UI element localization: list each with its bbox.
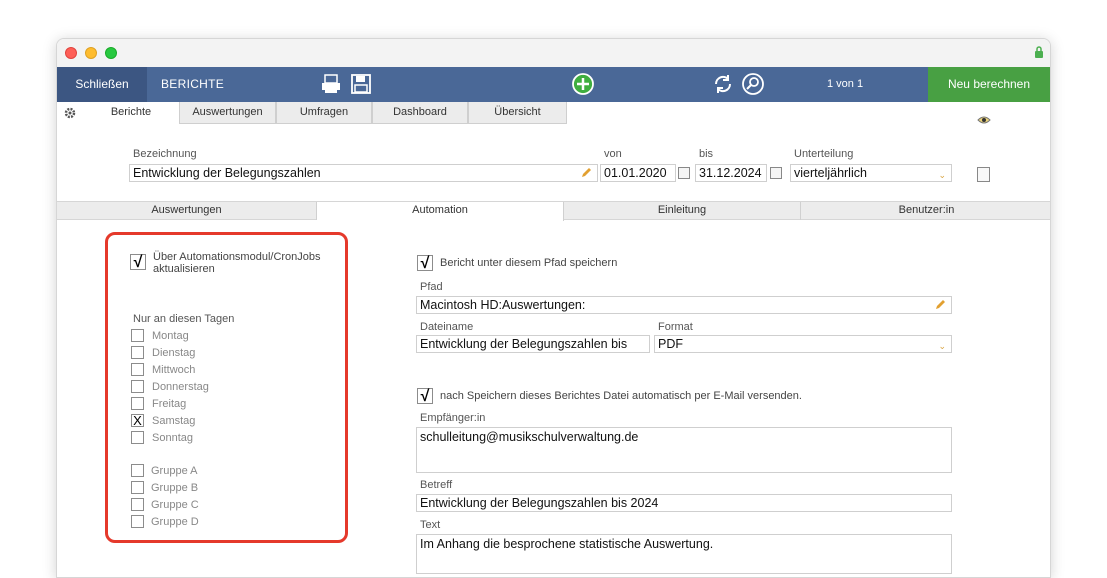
day-label-dienstag: Dienstag [152, 347, 196, 359]
email-checkbox[interactable]: √ [417, 388, 433, 405]
calendar-from-icon[interactable] [678, 167, 690, 179]
day-checkbox-montag[interactable] [131, 329, 144, 342]
division-value: vierteljährlich [794, 166, 867, 180]
recalculate-button[interactable]: Neu berechnen [928, 67, 1050, 102]
chevron-down-icon: ⌄ [938, 170, 946, 180]
main-tabs: Berichte Auswertungen Umfragen Dashboard… [57, 102, 1050, 124]
zoom-window-button[interactable] [105, 47, 117, 59]
minimize-window-button[interactable] [85, 47, 97, 59]
subject-field[interactable]: Entwicklung der Belegungszahlen bis 2024 [416, 494, 952, 512]
format-select[interactable]: PDF ⌄ [654, 335, 952, 353]
day-label-samstag: Samstag [152, 415, 196, 427]
tab-uebersicht[interactable]: Übersicht [468, 102, 567, 124]
group-label-c: Gruppe C [151, 499, 199, 511]
filename-field[interactable]: Entwicklung der Belegungszahlen bis [416, 335, 650, 353]
cron-checkbox[interactable]: √ [130, 254, 146, 271]
tab-umfragen[interactable]: Umfragen [276, 102, 372, 124]
day-checkbox-mittwoch[interactable] [131, 363, 144, 376]
text-label: Text [420, 519, 441, 531]
day-label-montag: Montag [152, 330, 189, 342]
subtab-automation[interactable]: Automation [317, 202, 564, 221]
module-title: BERICHTE [161, 77, 225, 91]
day-checkbox-freitag[interactable] [131, 397, 144, 410]
cron-label-line1: Über Automationsmodul/CronJobs [153, 251, 321, 263]
calendar-to-icon[interactable] [770, 167, 782, 179]
pencil-icon[interactable] [934, 298, 947, 311]
subtab-benutzerin[interactable]: Benutzer:in [801, 202, 1050, 220]
subtab-auswertungen[interactable]: Auswertungen [57, 202, 317, 220]
day-checkbox-dienstag[interactable] [131, 346, 144, 359]
group-checkbox-d[interactable] [131, 515, 144, 528]
day-checkbox-donnerstag[interactable] [131, 380, 144, 393]
save-path-checkbox[interactable]: √ [417, 255, 433, 272]
filename-label: Dateiname [420, 321, 474, 333]
lock-icon[interactable] [1034, 45, 1044, 59]
day-label-freitag: Freitag [152, 398, 187, 410]
days-header: Nur an diesen Tagen [133, 313, 235, 325]
tab-dashboard[interactable]: Dashboard [372, 102, 468, 124]
chevron-down-icon: ⌄ [938, 341, 946, 351]
day-label-donnerstag: Donnerstag [152, 381, 209, 393]
from-date-field[interactable]: 01.01.2020 [600, 164, 676, 182]
group-label-b: Gruppe B [151, 482, 199, 494]
eye-icon[interactable] [977, 115, 991, 125]
search-icon[interactable] [741, 72, 765, 96]
group-label-a: Gruppe A [151, 465, 198, 477]
to-date-field[interactable]: 31.12.2024 [695, 164, 767, 182]
text-field[interactable]: Im Anhang die besprochene statistische A… [416, 534, 952, 574]
division-select[interactable]: vierteljährlich ⌄ [790, 164, 952, 182]
cron-label-line2: aktualisieren [153, 263, 215, 275]
save-path-label: Bericht unter diesem Pfad speichern [440, 257, 618, 269]
app-window: Schließen BERICHTE 1 von 1 Neu berechnen… [56, 38, 1051, 578]
recipient-field[interactable]: schulleitung@musikschulverwaltung.de [416, 427, 952, 473]
day-label-sonntag: Sonntag [152, 432, 193, 444]
day-checkbox-sonntag[interactable] [131, 431, 144, 444]
group-label-d: Gruppe D [151, 516, 199, 528]
to-label: bis [699, 148, 714, 160]
title-bar [57, 39, 1050, 67]
group-checkbox-c[interactable] [131, 498, 144, 511]
gear-icon[interactable] [61, 104, 79, 122]
sub-tabs: Auswertungen Automation Einleitung Benut… [57, 201, 1050, 221]
name-label: Bezeichnung [133, 148, 197, 160]
subtab-einleitung[interactable]: Einleitung [564, 202, 801, 220]
tab-auswertungen[interactable]: Auswertungen [179, 102, 276, 124]
path-label: Pfad [420, 281, 443, 293]
document-icon[interactable] [977, 167, 990, 182]
close-window-button[interactable] [65, 47, 77, 59]
group-checkbox-b[interactable] [131, 481, 144, 494]
save-icon[interactable] [349, 72, 373, 96]
subject-label: Betreff [420, 479, 453, 491]
path-field[interactable]: Macintosh HD:Auswertungen: [416, 296, 952, 314]
record-pager: 1 von 1 [827, 78, 864, 90]
recipient-label: Empfänger:in [420, 412, 486, 424]
group-checkbox-a[interactable] [131, 464, 144, 477]
format-value: PDF [658, 337, 683, 351]
division-label: Unterteilung [794, 148, 854, 160]
from-label: von [604, 148, 622, 160]
format-label: Format [658, 321, 693, 333]
name-value: Entwicklung der Belegungszahlen [133, 166, 321, 180]
pencil-icon[interactable] [580, 166, 593, 179]
day-label-mittwoch: Mittwoch [152, 364, 196, 376]
print-icon[interactable] [319, 72, 343, 96]
email-label: nach Speichern dieses Berichtes Datei au… [440, 390, 802, 402]
day-checkbox-samstag[interactable]: X [131, 414, 144, 427]
name-field[interactable]: Entwicklung der Belegungszahlen [129, 164, 598, 182]
add-icon[interactable] [571, 72, 595, 96]
tab-berichte[interactable]: Berichte [83, 102, 179, 124]
toolbar: Schließen BERICHTE 1 von 1 Neu berechnen [57, 67, 1050, 102]
refresh-icon[interactable] [711, 72, 735, 96]
path-value: Macintosh HD:Auswertungen: [420, 298, 586, 312]
close-button[interactable]: Schließen [57, 67, 147, 102]
